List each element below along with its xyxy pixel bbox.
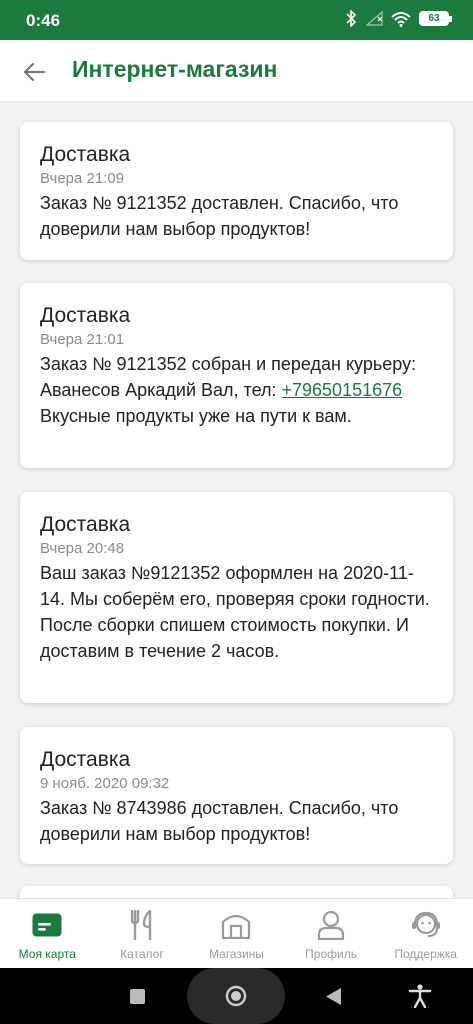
notification-card-partial[interactable] [20,886,453,898]
phone-link[interactable]: +79650151676 [282,380,403,400]
status-bar: 0:46 63 [0,0,473,40]
nav-label: Каталог [120,947,164,961]
recent-apps-icon[interactable] [130,989,145,1004]
arrow-left-icon [23,62,45,82]
notification-card[interactable]: Доставка Вчера 21:09 Заказ № 9121352 дос… [20,122,453,260]
notification-date: 9 нояб. 2020 09:32 [40,775,170,792]
notification-feed[interactable]: Доставка Вчера 21:09 Заказ № 9121352 дос… [0,102,473,898]
notification-title: Доставка [40,143,131,166]
notification-card[interactable]: Доставка Вчера 20:48 Ваш заказ №9121352 … [20,492,453,703]
home-circle-icon [225,985,247,1007]
page-title: Интернет-магазин [72,56,278,82]
bottom-navigation: Моя карта Каталог Магазины Профиль Подде… [0,898,473,968]
notification-text-part: Вкусные продукты уже на пути к вам. [40,406,352,426]
fork-knife-icon [125,909,159,941]
back-button[interactable] [14,52,54,92]
store-icon [219,909,253,941]
notification-title: Доставка [40,304,131,327]
back-triangle-icon[interactable] [326,988,341,1005]
bluetooth-icon [346,10,357,27]
notification-text: Заказ № 9121352 доставлен. Спасибо, что … [40,193,399,239]
wifi-icon [391,11,411,27]
support-icon [409,909,443,941]
nav-catalog[interactable]: Каталог [95,899,190,968]
nav-label: Поддержка [394,947,457,961]
nav-support[interactable]: Поддержка [378,899,473,968]
notification-date: Вчера 21:01 [40,331,125,348]
home-button[interactable] [187,968,285,1024]
notification-date: Вчера 20:48 [40,540,125,557]
signal-icon [365,11,383,26]
accessibility-icon[interactable] [409,984,431,1008]
battery-indicator: 63 [419,11,452,26]
system-navigation-bar [0,968,473,1024]
notification-date: Вчера 21:09 [40,170,125,187]
status-time: 0:46 [26,11,61,30]
card-icon [30,909,64,941]
nav-label: Профиль [305,947,357,961]
nav-profile[interactable]: Профиль [284,899,379,968]
nav-my-card[interactable]: Моя карта [0,899,95,968]
nav-label: Магазины [209,947,264,961]
notification-text: Ваш заказ №9121352 оформлен на 2020-11-1… [40,563,430,661]
notification-title: Доставка [40,513,131,536]
status-icons: 63 [345,10,452,27]
notification-text: Заказ № 8743986 доставлен. Спасибо, что … [40,798,399,844]
notification-title: Доставка [40,748,131,771]
nav-label: Моя карта [18,947,76,961]
profile-icon [314,909,348,941]
notification-card[interactable]: Доставка Вчера 21:01 Заказ № 9121352 соб… [20,283,453,468]
notification-card[interactable]: Доставка 9 нояб. 2020 09:32 Заказ № 8743… [20,727,453,864]
app-bar: Интернет-магазин [0,40,473,102]
notification-text: Заказ № 9121352 собран и передан курьеру… [40,351,433,429]
nav-stores[interactable]: Магазины [189,899,284,968]
